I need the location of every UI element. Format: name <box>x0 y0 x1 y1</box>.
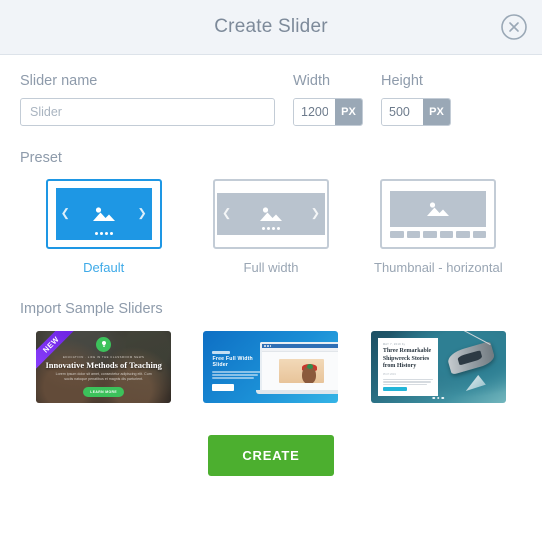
lightbulb-icon <box>96 336 112 352</box>
create-button[interactable]: CREATE <box>208 435 334 476</box>
slider-width-label: Width <box>293 73 331 89</box>
slider-height-input[interactable] <box>382 99 423 125</box>
slider-width-input[interactable] <box>294 99 335 125</box>
slider-name-input[interactable] <box>20 98 275 126</box>
sample-kicker: MAY 7, 2019 by <box>382 343 406 346</box>
sample-subtitle-lines <box>212 371 263 379</box>
preset-label-full-width: Full width <box>243 260 299 275</box>
chevron-right-icon: ❯ <box>310 207 320 220</box>
sample-kicker <box>212 351 231 354</box>
modal-header: Create Slider <box>0 0 542 55</box>
sample-cta-button: LEARN MORE <box>83 387 125 398</box>
width-unit-label: PX <box>335 99 362 125</box>
thumbnail-strip <box>390 230 487 238</box>
pagination-dots <box>432 396 445 399</box>
sample-kicker: EDUCATION · LIFE IN THE CLASSROOM NEWS <box>62 354 145 359</box>
sample-date: 05.07.2019 <box>382 372 396 376</box>
image-placeholder-icon <box>92 207 115 221</box>
preset-section-label: Preset <box>20 150 62 166</box>
preset-option-default[interactable]: ❮ ❯ Default <box>20 179 187 275</box>
sample-slider-teaching[interactable]: NEW EDUCATION · LIFE IN THE CLASSROOM NE… <box>20 331 187 403</box>
preset-list: ❮ ❯ Default ❮ ❯ Full width Thumbnail - h… <box>20 179 522 275</box>
chevron-left-icon: ❮ <box>60 207 70 220</box>
chevron-left-icon: ❮ <box>221 207 232 220</box>
page-title: Create Slider <box>214 16 328 37</box>
sample-slider-list: NEW EDUCATION · LIFE IN THE CLASSROOM NE… <box>20 331 522 403</box>
sample-sliders-section-label: Import Sample Sliders <box>20 301 163 317</box>
preset-label-default: Default <box>83 260 125 275</box>
close-icon[interactable] <box>500 13 528 41</box>
preset-preview-panel: ❮ ❯ <box>55 188 152 240</box>
preset-preview-panel: ❮ ❯ <box>216 193 325 235</box>
slider-height-group: Height PX <box>381 73 451 126</box>
sample-slider-full-width[interactable]: Free Full Width Slider <box>187 331 354 403</box>
modal-footer: CREATE <box>20 435 522 476</box>
sample-title: Three Remarkable Shipwreck Stories from … <box>382 348 432 369</box>
height-unit-label: PX <box>423 99 450 125</box>
sample-card: NEW EDUCATION · LIFE IN THE CLASSROOM NE… <box>36 331 172 403</box>
sample-title: Free Full Width Slider <box>212 356 253 368</box>
sample-title: Innovative Methods of Teaching <box>45 359 162 370</box>
sample-cta-button <box>382 387 407 391</box>
preset-thumbnail-horizontal <box>380 179 497 249</box>
preset-option-full-width[interactable]: ❮ ❯ Full width <box>187 179 354 275</box>
preset-preview-panel <box>390 188 487 240</box>
boat-sail <box>465 375 486 391</box>
sample-slider-shipwreck[interactable]: MAY 7, 2019 by Three Remarkable Shipwrec… <box>355 331 522 403</box>
boat-mast <box>463 331 491 346</box>
sample-card: MAY 7, 2019 by Three Remarkable Shipwrec… <box>370 331 506 403</box>
preview-image-area <box>390 190 487 227</box>
slider-settings-row: Slider name Width PX Height PX <box>20 73 522 126</box>
slider-name-label: Slider name <box>20 73 98 89</box>
sample-cta-button <box>212 383 235 391</box>
sample-card: Free Full Width Slider <box>203 331 339 403</box>
image-placeholder-icon <box>259 207 282 221</box>
chevron-right-icon: ❯ <box>137 207 147 220</box>
slider-width-group: Width PX <box>293 73 363 126</box>
pagination-dots <box>261 227 280 230</box>
laptop-mockup <box>256 342 339 394</box>
sample-subtitle: Lorem ipsum dolor sit amet, consectetur … <box>55 372 152 382</box>
preset-thumbnail-full-width: ❮ ❯ <box>212 179 329 249</box>
preset-label-thumbnail-horizontal: Thumbnail - horizontal <box>374 260 503 275</box>
sample-subtitle-lines <box>382 378 433 386</box>
pagination-dots <box>94 232 113 235</box>
shipwreck-boat <box>445 341 496 375</box>
preset-option-thumbnail-horizontal[interactable]: Thumbnail - horizontal <box>355 179 522 275</box>
slider-name-group: Slider name <box>20 73 275 126</box>
slider-height-label: Height <box>381 73 423 89</box>
preset-thumbnail-default: ❮ ❯ <box>45 179 162 249</box>
image-placeholder-icon <box>427 201 450 216</box>
modal-body: Slider name Width PX Height PX Preset ❮ <box>0 55 542 476</box>
